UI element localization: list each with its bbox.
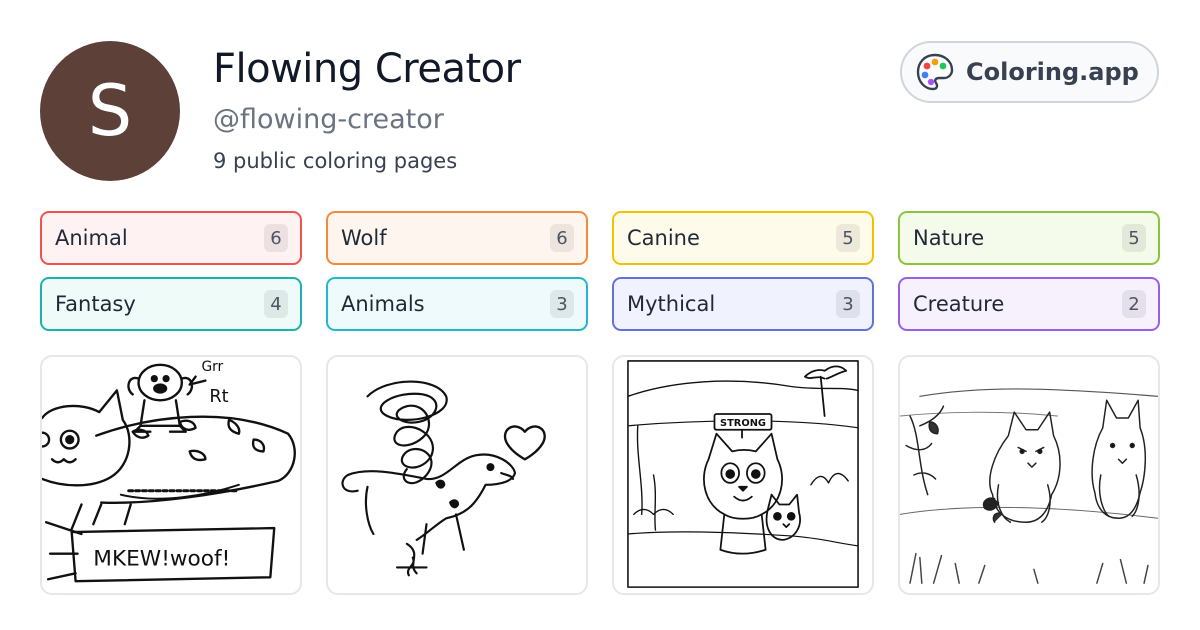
tag-wolf[interactable]: Wolf 6 xyxy=(326,211,588,265)
tag-label: Mythical xyxy=(627,292,716,316)
tag-label: Fantasy xyxy=(55,292,136,316)
thumbnail-illustration xyxy=(341,380,546,577)
tag-animal[interactable]: Animal 6 xyxy=(40,211,302,265)
tag-count: 6 xyxy=(550,224,574,252)
coloring-page-thumbnail-scribble-dog[interactable] xyxy=(326,355,588,595)
coloring-page-thumbnail-wolves[interactable] xyxy=(898,355,1160,595)
coloring-page-thumbnail-kittens-strong[interactable]: STRONG xyxy=(612,355,874,595)
thumbnail-sign-text: MKEW!woof! xyxy=(93,546,230,571)
tag-creature[interactable]: Creature 2 xyxy=(898,277,1160,331)
avatar[interactable]: S xyxy=(40,41,180,181)
tag-label: Animal xyxy=(55,226,128,250)
tag-nature[interactable]: Nature 5 xyxy=(898,211,1160,265)
thumbnail-illustration: Grr Rt MKEW!woof! xyxy=(42,359,296,583)
thumbnail-sign-text: STRONG xyxy=(720,418,766,429)
profile-info: Flowing Creator @flowing-creator 9 publi… xyxy=(213,44,521,175)
tag-count: 4 xyxy=(264,290,288,318)
tag-label: Canine xyxy=(627,226,700,250)
brand-label: Coloring.app xyxy=(966,58,1139,86)
profile-handle: @flowing-creator xyxy=(213,104,444,135)
thumbnail-illustration: STRONG xyxy=(627,360,859,588)
thumbnail-grr-text: Grr xyxy=(201,359,223,375)
tag-mythical[interactable]: Mythical 3 xyxy=(612,277,874,331)
profile-card: S Flowing Creator @flowing-creator 9 pub… xyxy=(0,0,1200,630)
tag-animals[interactable]: Animals 3 xyxy=(326,277,588,331)
tag-canine[interactable]: Canine 5 xyxy=(612,211,874,265)
tag-count: 5 xyxy=(836,224,860,252)
coloring-page-thumbnail-cat-dog-sign[interactable]: Grr Rt MKEW!woof! xyxy=(40,355,302,595)
thumbnail-rt-text: Rt xyxy=(209,387,228,407)
tag-count: 3 xyxy=(550,290,574,318)
tag-count: 5 xyxy=(1122,224,1146,252)
tag-count: 6 xyxy=(264,224,288,252)
tag-label: Nature xyxy=(913,226,985,250)
tag-label: Creature xyxy=(913,292,1005,316)
tag-fantasy[interactable]: Fantasy 4 xyxy=(40,277,302,331)
brand-badge[interactable]: Coloring.app xyxy=(900,41,1159,103)
tag-count: 2 xyxy=(1122,290,1146,318)
profile-name: Flowing Creator xyxy=(213,46,521,92)
public-page-count: 9 public coloring pages xyxy=(213,149,458,173)
tag-label: Wolf xyxy=(341,226,387,250)
avatar-letter: S xyxy=(87,70,133,152)
palette-icon xyxy=(916,53,954,91)
tag-label: Animals xyxy=(341,292,425,316)
tag-count: 3 xyxy=(836,290,860,318)
thumbnail-illustration xyxy=(900,388,1158,584)
